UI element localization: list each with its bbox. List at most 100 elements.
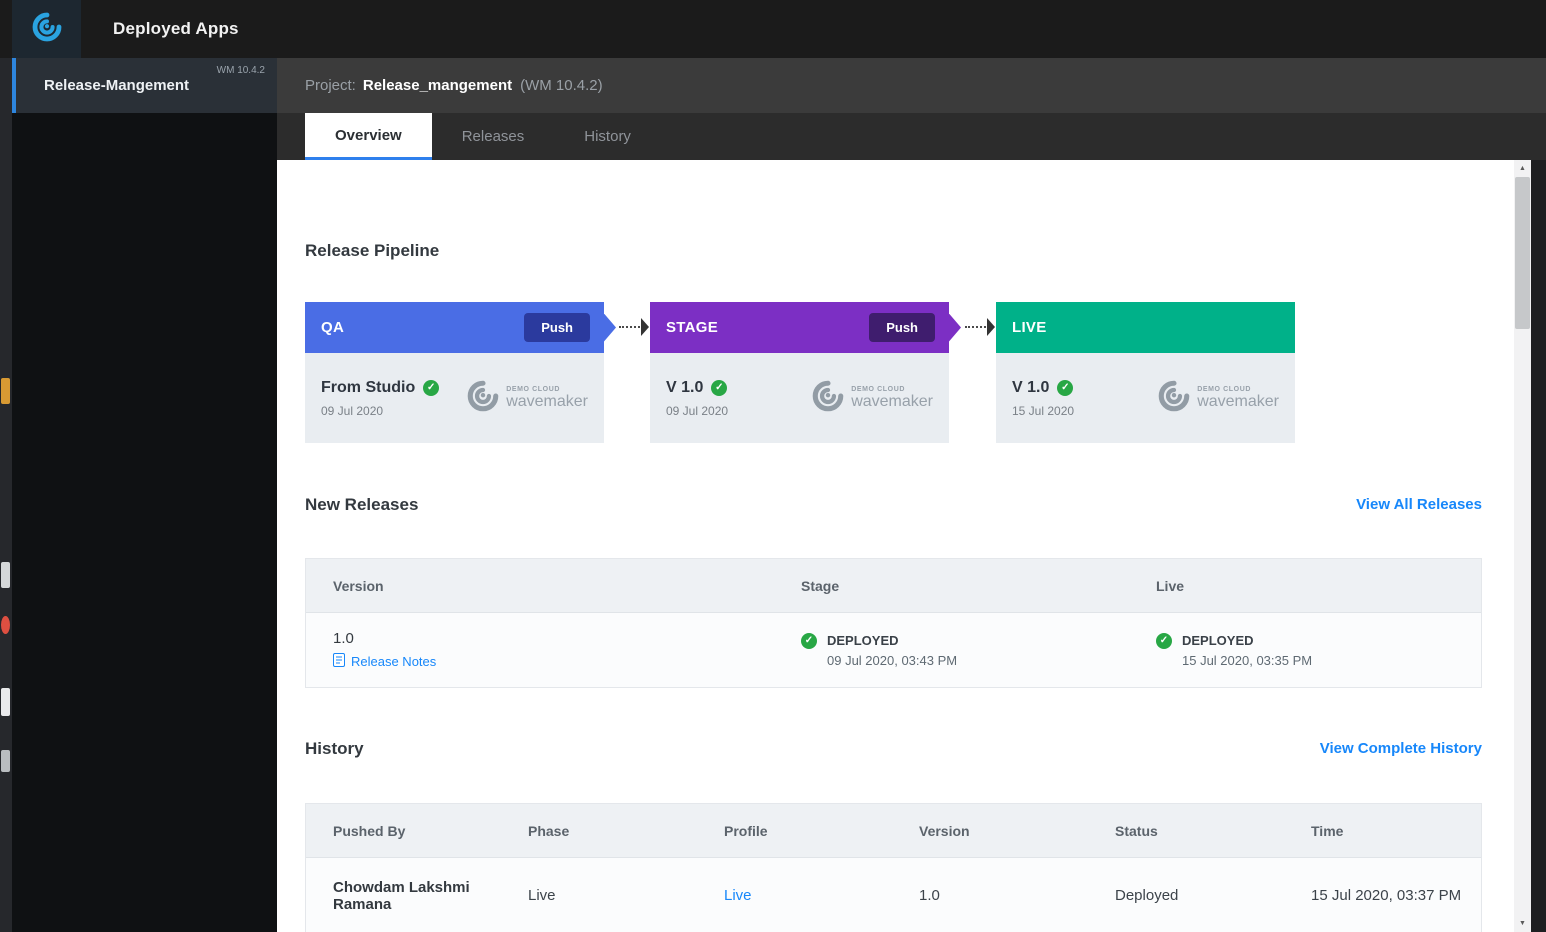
- project-label: Project:: [305, 77, 356, 94]
- stage-date: 09 Jul 2020: [321, 404, 439, 418]
- tab-releases[interactable]: Releases: [432, 113, 555, 160]
- column-time: Time: [1311, 823, 1481, 839]
- wavemaker-wave-icon-gray: [466, 379, 500, 418]
- wavemaker-wave-icon-gray: [1157, 379, 1191, 418]
- view-complete-history-link[interactable]: View Complete History: [1320, 740, 1482, 757]
- demo-cloud-logo: DEMO CLOUD wavemaker: [466, 379, 588, 418]
- new-releases-title: New Releases: [305, 495, 418, 515]
- release-notes-link[interactable]: Release Notes: [333, 653, 436, 670]
- push-button-stage[interactable]: Push: [869, 313, 935, 342]
- tab-bar: Overview Releases History: [277, 113, 1546, 160]
- stage-time: 09 Jul 2020, 03:43 PM: [827, 653, 957, 668]
- view-all-releases-link[interactable]: View All Releases: [1356, 496, 1482, 513]
- pushed-by-cell: Chowdam Lakshmi Ramana: [333, 879, 528, 913]
- table-row: Chowdam Lakshmi Ramana Live Live 1.0 Dep…: [306, 858, 1481, 932]
- stage-version: From Studio ✓: [321, 379, 439, 397]
- table-header: Version Stage Live: [306, 559, 1481, 613]
- document-icon: [333, 653, 345, 670]
- pipeline-card-stage-header: STAGE Push: [650, 302, 949, 353]
- pipeline-connector: [619, 326, 643, 328]
- live-status-cell: ✓ DEPLOYED 15 Jul 2020, 03:35 PM: [1156, 633, 1481, 668]
- overview-content: Release Pipeline QA Push From Studio ✓ 0…: [277, 160, 1531, 932]
- tab-history[interactable]: History: [554, 113, 661, 160]
- profile-live-link[interactable]: Live: [724, 887, 752, 904]
- pipeline-card-stage-body: V 1.0 ✓ 09 Jul 2020 DEMO CLOUD: [650, 353, 949, 443]
- column-live: Live: [1156, 578, 1481, 594]
- stage-version: V 1.0 ✓: [666, 379, 728, 397]
- phase-cell: Live: [528, 887, 724, 904]
- version-value: 1.0: [333, 630, 787, 647]
- wavemaker-wave-icon-gray: [811, 379, 845, 418]
- taskbar-icon-fragment: [1, 378, 10, 404]
- pipeline-card-stage: STAGE Push V 1.0 ✓ 09 Jul 2020: [650, 302, 949, 443]
- project-header: Project: Release_mangement (WM 10.4.2): [277, 58, 1546, 113]
- release-pipeline-title: Release Pipeline: [305, 241, 439, 261]
- stage-status-cell: ✓ DEPLOYED 09 Jul 2020, 03:43 PM: [801, 633, 1156, 668]
- scroll-down-button[interactable]: ▼: [1514, 915, 1531, 932]
- project-name: Release_mangement: [363, 77, 512, 94]
- column-profile: Profile: [724, 823, 919, 839]
- tab-overview[interactable]: Overview: [305, 113, 432, 160]
- history-title: History: [305, 739, 364, 759]
- connector-arrow-icon: [641, 318, 649, 336]
- wavemaker-label: wavemaker: [851, 394, 933, 410]
- push-button-qa[interactable]: Push: [524, 313, 590, 342]
- pipeline-card-live: LIVE V 1.0 ✓ 15 Jul 2020: [996, 302, 1295, 443]
- stage-version: V 1.0 ✓: [1012, 379, 1074, 397]
- check-icon: ✓: [801, 633, 817, 649]
- taskbar-icon-fragment: [1, 562, 10, 588]
- taskbar-icon-fragment: [1, 616, 10, 634]
- column-phase: Phase: [528, 823, 724, 839]
- sidebar-item-version: WM 10.4.2: [217, 65, 265, 76]
- stage-date: 09 Jul 2020: [666, 404, 728, 418]
- scrollbar-thumb[interactable]: [1515, 177, 1530, 329]
- history-table: Pushed By Phase Profile Version Status T…: [305, 803, 1482, 932]
- column-pushed-by: Pushed By: [333, 823, 528, 839]
- column-version: Version: [333, 578, 801, 594]
- live-status: DEPLOYED: [1182, 633, 1312, 648]
- sidebar-item-label: Release-Mangement: [44, 77, 189, 94]
- version-cell: 1.0: [919, 887, 1115, 904]
- taskbar-icon-fragment: [1, 688, 10, 716]
- sidebar-item-release-management[interactable]: Release-Mangement WM 10.4.2: [12, 58, 277, 113]
- status-cell: Deployed: [1115, 887, 1311, 904]
- pipeline-card-live-header: LIVE: [996, 302, 1295, 353]
- wavemaker-logo[interactable]: [12, 0, 81, 58]
- pipeline-card-qa: QA Push From Studio ✓ 09 Jul 2020: [305, 302, 604, 443]
- check-icon: ✓: [711, 380, 727, 396]
- column-version: Version: [919, 823, 1115, 839]
- demo-cloud-logo: DEMO CLOUD wavemaker: [811, 379, 933, 418]
- version-cell: 1.0 Release Notes: [333, 630, 801, 671]
- wavemaker-wave-icon: [31, 11, 63, 48]
- pipeline-card-live-body: V 1.0 ✓ 15 Jul 2020 DEMO CLOUD: [996, 353, 1295, 443]
- project-version: (WM 10.4.2): [520, 77, 603, 94]
- stage-name: QA: [321, 319, 344, 336]
- pipeline-card-qa-body: From Studio ✓ 09 Jul 2020 DEMO CL: [305, 353, 604, 443]
- page-title: Deployed Apps: [113, 19, 239, 39]
- taskbar-icon-fragment: [1, 750, 10, 772]
- wavemaker-label: wavemaker: [506, 394, 588, 410]
- table-header: Pushed By Phase Profile Version Status T…: [306, 804, 1481, 858]
- pipeline-card-qa-header: QA Push: [305, 302, 604, 353]
- time-cell: 15 Jul 2020, 03:37 PM: [1311, 887, 1481, 904]
- deployed-apps-window: Deployed Apps Release-Mangement WM 10.4.…: [0, 0, 1546, 932]
- check-icon: ✓: [1057, 380, 1073, 396]
- column-status: Status: [1115, 823, 1311, 839]
- connector-arrow-icon: [987, 318, 995, 336]
- stage-name: LIVE: [1012, 319, 1047, 336]
- vertical-scrollbar[interactable]: ▲ ▼: [1514, 160, 1531, 932]
- pipeline-connector: [965, 326, 989, 328]
- demo-cloud-label: DEMO CLOUD: [1197, 386, 1279, 393]
- live-time: 15 Jul 2020, 03:35 PM: [1182, 653, 1312, 668]
- check-icon: ✓: [423, 380, 439, 396]
- stage-name: STAGE: [666, 319, 718, 336]
- new-releases-table: Version Stage Live 1.0: [305, 558, 1482, 688]
- right-edge-strip: [1531, 160, 1546, 932]
- sidebar: Release-Mangement WM 10.4.2: [12, 58, 277, 932]
- scroll-up-button[interactable]: ▲: [1514, 160, 1531, 177]
- stage-date: 15 Jul 2020: [1012, 404, 1074, 418]
- wavemaker-label: wavemaker: [1197, 394, 1279, 410]
- column-stage: Stage: [801, 578, 1156, 594]
- stage-arrow-icon: [949, 314, 961, 342]
- top-bar: Deployed Apps: [0, 0, 1546, 58]
